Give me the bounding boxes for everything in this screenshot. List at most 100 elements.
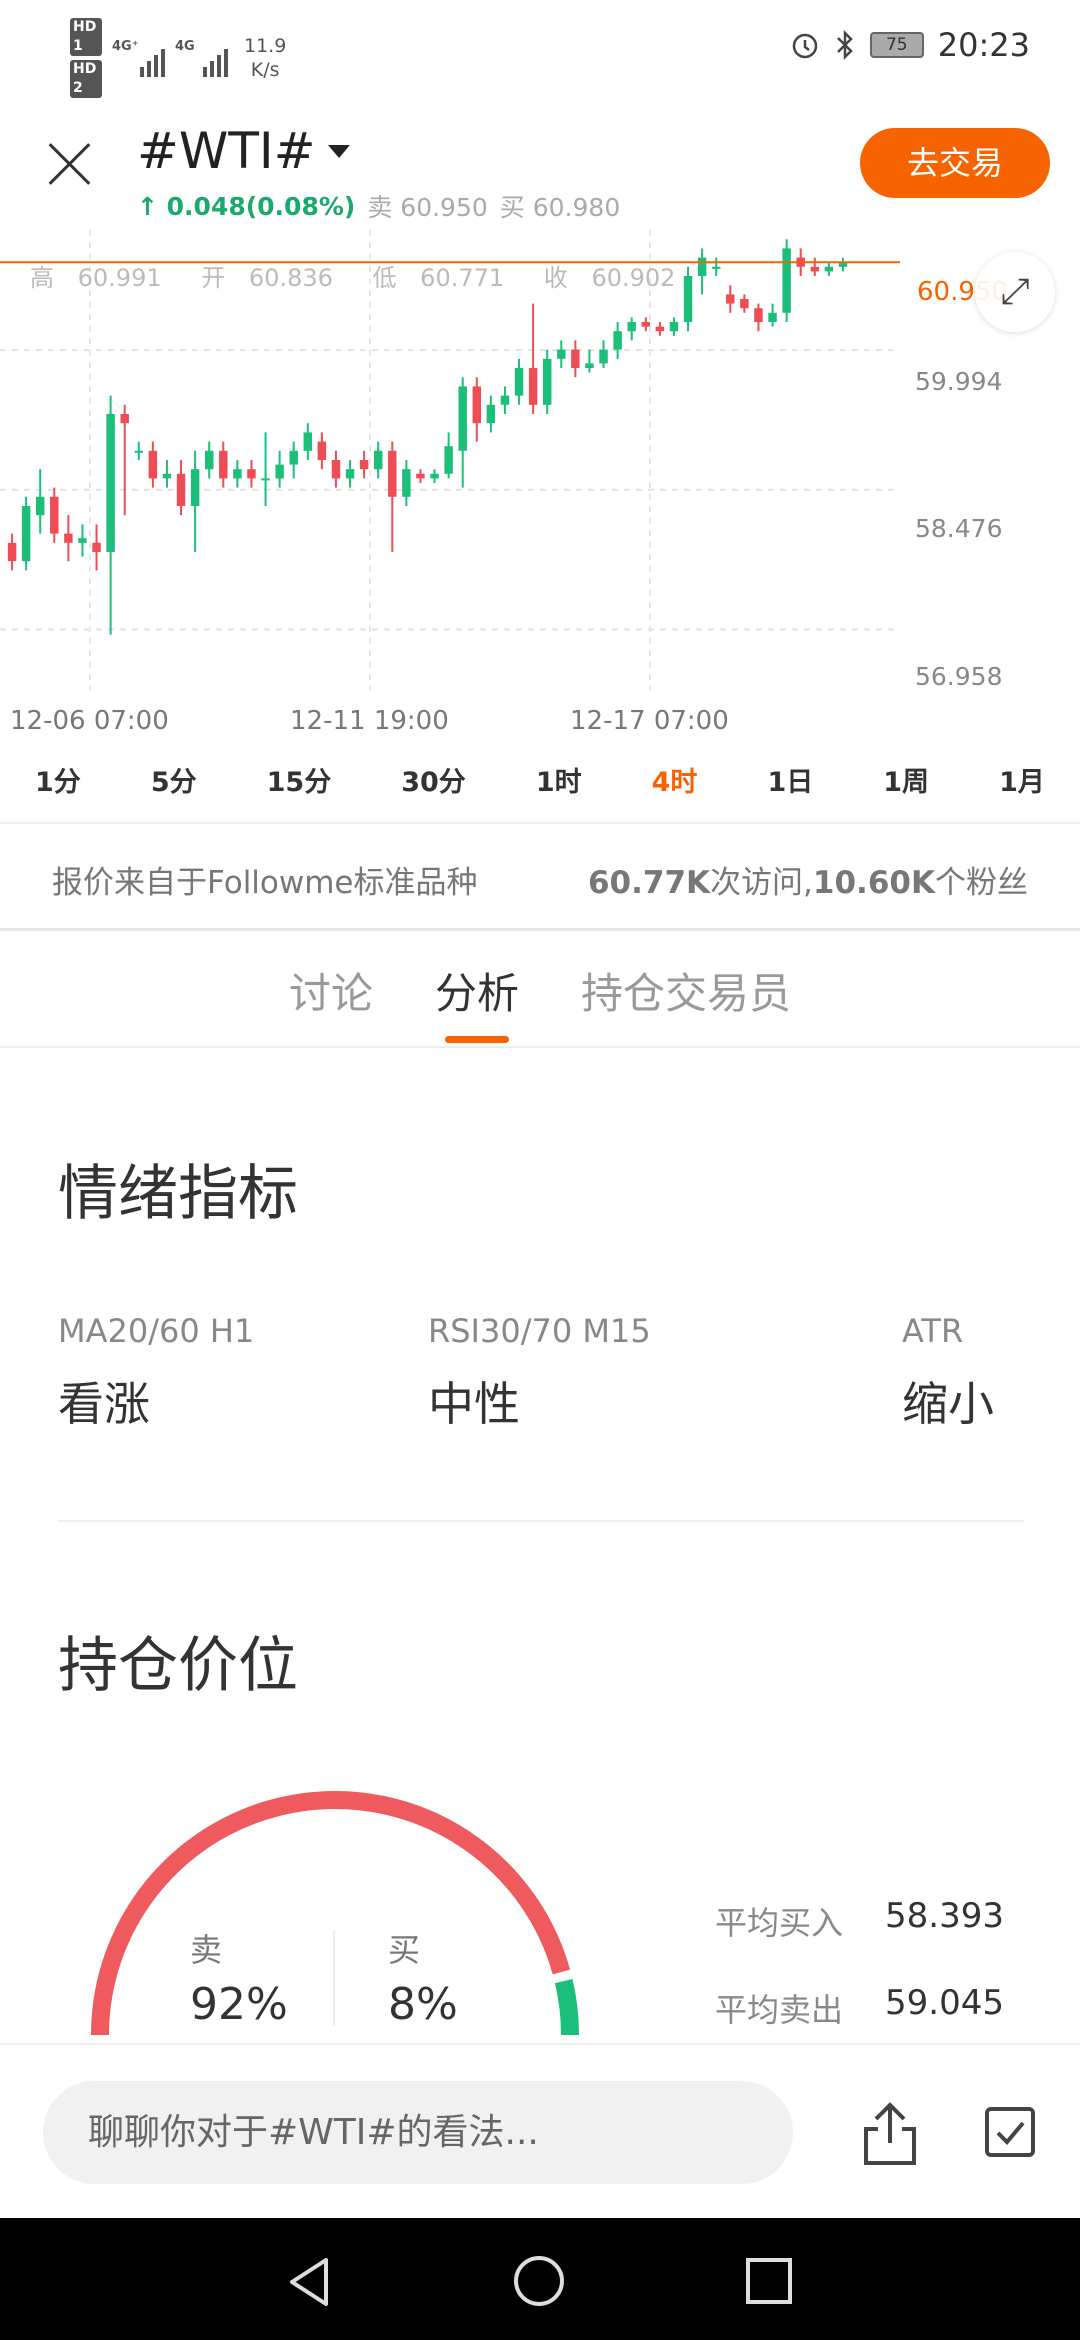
ohlc-high-value: 60.991 <box>77 264 162 292</box>
candle-body <box>486 404 496 424</box>
caret-down-icon <box>327 144 350 158</box>
speed-unit: K/s <box>250 59 280 81</box>
candle-body <box>627 322 636 332</box>
candle-body <box>500 395 510 405</box>
sell-label: 卖 <box>367 193 393 222</box>
candle-body <box>233 469 242 479</box>
symbol-selector[interactable]: #WTI# <box>137 122 350 180</box>
period-1mo[interactable]: 1月 <box>999 760 1045 804</box>
ohlc-close-label: 收 <box>543 264 568 292</box>
divider <box>58 1520 1024 1522</box>
x-tick-label: 12-06 07:00 <box>10 706 169 736</box>
clock: 20:23 <box>937 26 1030 64</box>
y-tick-label: 56.958 <box>915 662 1003 691</box>
indicator-value: 看涨 <box>58 1377 150 1431</box>
candle-body <box>599 349 608 364</box>
candle-body <box>148 450 158 479</box>
ohlc-open: 开 60.836 <box>201 264 349 292</box>
comment-bar: 聊聊你对于#WTI#的看法... <box>0 2043 1080 2218</box>
candle-body <box>120 414 129 424</box>
checkbox-icon[interactable] <box>985 2107 1035 2157</box>
candle-body <box>261 478 270 481</box>
fans-count: 10.60K <box>812 865 935 901</box>
candle-body <box>754 308 763 322</box>
candle-body <box>782 248 791 313</box>
price-change: ↑ 0.048(0.08%) <box>137 191 356 221</box>
period-1m[interactable]: 1分 <box>35 760 81 804</box>
avg-sell: 平均卖出 59.045 <box>715 1983 1004 2031</box>
period-1d[interactable]: 1日 <box>767 760 813 804</box>
candle-body <box>359 460 369 470</box>
comment-input[interactable]: 聊聊你对于#WTI#的看法... <box>43 2081 793 2184</box>
quote-line: ↑ 0.048(0.08%) 卖 60.950 买 60.980 <box>137 188 620 224</box>
recent-apps-icon[interactable] <box>746 2258 792 2304</box>
candle-body <box>303 432 313 451</box>
period-1w[interactable]: 1周 <box>883 760 929 804</box>
indicator-name: MA20/60 H1 <box>58 1312 255 1350</box>
candle-body <box>416 473 425 479</box>
hd2-badge: HD 2 <box>70 60 102 98</box>
visits-count: 60.77K <box>587 865 711 901</box>
candle-body <box>176 473 186 506</box>
candle-body <box>669 322 679 332</box>
quote-source: 报价来自于Followme标准品种 <box>52 865 478 901</box>
candle-body <box>641 322 651 327</box>
symbol-title: #WTI# <box>137 122 316 180</box>
signal-icon-2: 4G <box>175 39 228 77</box>
divider <box>0 1046 1080 1048</box>
ohlc-low-value: 60.771 <box>420 264 505 292</box>
bluetooth-icon <box>836 29 853 61</box>
period-15m[interactable]: 15分 <box>267 760 332 804</box>
price-change-value: 0.048(0.08%) <box>166 191 356 221</box>
home-icon[interactable] <box>514 2256 564 2306</box>
y-tick-label: 59.994 <box>915 367 1003 396</box>
tab-position-traders[interactable]: 持仓交易员 <box>581 960 791 1021</box>
period-4h[interactable]: 4时 <box>652 760 698 804</box>
candle-body <box>472 386 482 424</box>
ohlc-low: 低 60.771 <box>373 264 521 292</box>
period-5m[interactable]: 5分 <box>151 760 197 804</box>
candle-body <box>585 363 594 368</box>
period-30m[interactable]: 30分 <box>401 760 466 804</box>
expand-icon[interactable]: ⤢ <box>975 252 1055 332</box>
tab-discussion[interactable]: 讨论 <box>289 960 373 1021</box>
buy-label: 买 <box>499 193 525 222</box>
candle-body <box>106 414 115 552</box>
period-1h[interactable]: 1时 <box>536 760 582 804</box>
candle-body <box>275 464 284 479</box>
tab-analysis[interactable]: 分析 <box>435 960 519 1043</box>
indicator-value: 中性 <box>428 1377 520 1431</box>
indicator-atr: ATR 缩小 <box>902 1312 994 1434</box>
sentiment-title: 情绪指标 <box>58 1159 298 1229</box>
indicator-ma: MA20/60 H1 看涨 <box>58 1312 254 1434</box>
speed-value: 11.9 <box>244 35 287 57</box>
trade-button[interactable]: 去交易 <box>860 128 1050 198</box>
x-tick-label: 12-11 19:00 <box>290 706 449 736</box>
gauge-divider <box>333 1930 335 2026</box>
candle-body <box>162 473 172 479</box>
candle-body <box>219 450 228 479</box>
candle-body <box>740 299 749 309</box>
candle-body <box>317 441 327 460</box>
signal-icon: 4G⁺ <box>112 39 165 77</box>
indicator-name: RSI30/70 M15 <box>428 1312 651 1350</box>
sell-ratio-value: 92% <box>190 1979 288 2030</box>
network-speed: 11.9 K/s <box>244 34 286 82</box>
divider <box>0 928 1080 931</box>
candle-body <box>50 496 59 534</box>
candle-body <box>134 450 144 453</box>
candle-body <box>190 469 200 506</box>
close-button[interactable] <box>45 140 93 188</box>
back-icon[interactable] <box>286 2256 332 2308</box>
indicator-value: 缩小 <box>902 1377 994 1431</box>
ohlc-close: 收 60.902 <box>544 264 692 292</box>
sell-arc <box>91 1791 571 2036</box>
visits-label: 次访问, <box>710 865 813 901</box>
avg-buy-value: 58.393 <box>885 1896 1004 1936</box>
candle-body <box>824 266 834 272</box>
hd-icon: HD 1 HD 2 <box>70 18 102 98</box>
share-icon[interactable] <box>860 2101 920 2167</box>
indicator-name: ATR <box>902 1312 964 1350</box>
candle-body <box>444 446 453 474</box>
ohlc-open-label: 开 <box>201 264 226 292</box>
